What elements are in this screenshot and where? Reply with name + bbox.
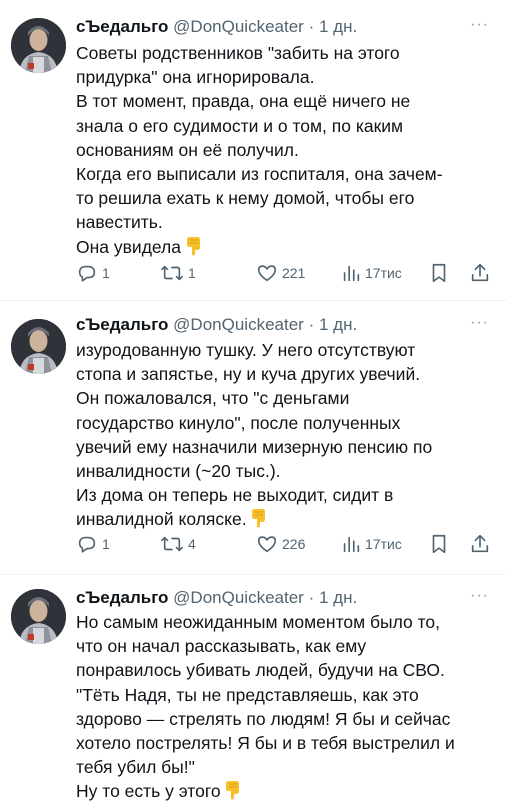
repost-button[interactable]: 1: [160, 262, 196, 284]
pointing-down-emoji: [251, 508, 267, 534]
bookmark-button[interactable]: [429, 262, 449, 284]
tweet-line: увечий ему назначили мизерную пенсию по: [76, 436, 433, 457]
separator-dot: ·: [308, 315, 315, 334]
repost-icon: [161, 265, 183, 281]
share-button[interactable]: [469, 533, 491, 555]
avatar-image: [11, 319, 66, 374]
bookmark-icon: [432, 263, 446, 283]
tweet-line: тебя убил бы!": [76, 757, 195, 778]
like-button[interactable]: 221: [256, 262, 305, 284]
tweet-line: Когда его выписали из госпиталя, она зач…: [76, 164, 443, 185]
tweet-line: государство кинуло", после полученных: [76, 412, 401, 433]
views-count: 17тис: [365, 536, 402, 552]
author-handle[interactable]: @DonQuickeater: [173, 17, 304, 36]
tweet-1[interactable]: сЪедальго @DonQuickeater · 1 дн. ··· Сов…: [0, 0, 507, 300]
tweet-2[interactable]: сЪедальго @DonQuickeater · 1 дн. ··· изу…: [0, 301, 507, 574]
timestamp[interactable]: 1 дн.: [319, 588, 357, 607]
tweet-line: стопа и запястье, ну и куча других увечи…: [76, 364, 421, 385]
more-options-button[interactable]: ···: [470, 587, 489, 605]
bookmark-icon: [432, 534, 446, 554]
tweet-line: изуродованную тушку. У него отсутствуют: [76, 340, 416, 360]
separator-dot: ·: [308, 17, 315, 36]
tweet-line: Из дома он теперь не выходит, сидит в: [76, 485, 394, 506]
tweet-line: Ну то есть у этого: [76, 781, 221, 802]
tweet-line: что он начал рассказывать, как ему: [76, 636, 367, 657]
avatar-image: [11, 18, 66, 73]
views-count: 17тис: [365, 265, 402, 281]
views-icon: [343, 265, 360, 282]
tweet-header: сЪедальго @DonQuickeater · 1 дн.: [76, 314, 357, 336]
tweet-text: изуродованную тушку. У него отсутствуют …: [76, 338, 486, 535]
tweet-actions: 1 4 226 17тис: [76, 533, 496, 557]
like-button[interactable]: 226: [256, 533, 305, 555]
reply-button[interactable]: 1: [76, 533, 110, 555]
author-handle[interactable]: @DonQuickeater: [173, 315, 304, 334]
tweet-line: знала о его судимости и о том, по каким: [76, 115, 404, 136]
tweet-line: инвалидности (~20 тыс.).: [76, 461, 281, 482]
repost-button[interactable]: 4: [160, 533, 196, 555]
like-icon: [257, 536, 277, 553]
reply-icon: [78, 536, 96, 553]
avatar-image: [11, 589, 66, 644]
avatar[interactable]: [11, 18, 66, 73]
tweet-line: инвалидной коляске.: [76, 509, 247, 530]
bookmark-button[interactable]: [429, 533, 449, 555]
repost-count: 4: [188, 536, 196, 552]
tweet-line: придурка" она игнорировала.: [76, 67, 315, 88]
tweet-line: Советы родственников "забить на этого: [76, 43, 400, 63]
like-count: 226: [282, 536, 306, 552]
views-icon: [343, 536, 360, 553]
like-count: 221: [282, 265, 306, 281]
tweet-line: хотело пострелять! Я бы и в тебя выстрел…: [76, 733, 455, 754]
reply-count: 1: [102, 536, 110, 552]
reply-icon: [78, 265, 96, 282]
pointing-down-emoji: [225, 780, 241, 806]
timestamp[interactable]: 1 дн.: [319, 17, 357, 36]
views-button[interactable]: 17тис: [341, 262, 402, 284]
author-handle[interactable]: @DonQuickeater: [173, 588, 304, 607]
author-name[interactable]: сЪедальго: [76, 315, 168, 334]
tweet-text: Советы родственников "забить на этого пр…: [76, 41, 486, 262]
separator-dot: ·: [308, 588, 315, 607]
share-icon: [471, 263, 489, 282]
tweet-header: сЪедальго @DonQuickeater · 1 дн.: [76, 587, 357, 609]
timestamp[interactable]: 1 дн.: [319, 315, 357, 334]
tweet-line: Но самым неожиданным моментом было то,: [76, 612, 441, 632]
tweet-line: Она увидела: [76, 236, 181, 257]
tweet-line: понравилось убивать людей, будучи на СВО…: [76, 660, 445, 681]
reply-count: 1: [102, 265, 110, 281]
share-button[interactable]: [469, 262, 491, 284]
repost-count: 1: [188, 265, 196, 281]
tweet-line: "Тёть Надя, ты не представляешь, как это: [76, 684, 419, 705]
tweet-3[interactable]: сЪедальго @DonQuickeater · 1 дн. ··· Но …: [0, 575, 507, 801]
tweet-line: навестить.: [76, 212, 163, 233]
author-name[interactable]: сЪедальго: [76, 588, 168, 607]
avatar[interactable]: [11, 589, 66, 644]
more-options-button[interactable]: ···: [470, 16, 489, 34]
more-options-button[interactable]: ···: [470, 314, 489, 332]
like-icon: [257, 265, 277, 282]
tweet-line: В тот момент, правда, она ещё ничего не: [76, 91, 411, 112]
repost-icon: [161, 536, 183, 552]
author-name[interactable]: сЪедальго: [76, 17, 168, 36]
tweet-line: Он пожаловался, что "с деньгами: [76, 388, 350, 409]
tweet-text: Но самым неожиданным моментом было то, ч…: [76, 610, 486, 807]
reply-button[interactable]: 1: [76, 262, 110, 284]
pointing-down-emoji: [186, 236, 202, 262]
tweet-header: сЪедальго @DonQuickeater · 1 дн.: [76, 16, 357, 38]
share-icon: [471, 534, 489, 553]
tweet-line: то решила ехать к нему домой, чтобы его: [76, 188, 415, 209]
tweet-line: здорово — стрелять по людям! Я бы и сейч…: [76, 708, 451, 729]
avatar[interactable]: [11, 319, 66, 374]
views-button[interactable]: 17тис: [341, 533, 402, 555]
tweet-line: основаниям он её получил.: [76, 139, 299, 160]
tweet-actions: 1 1 221 17тис: [76, 262, 496, 286]
